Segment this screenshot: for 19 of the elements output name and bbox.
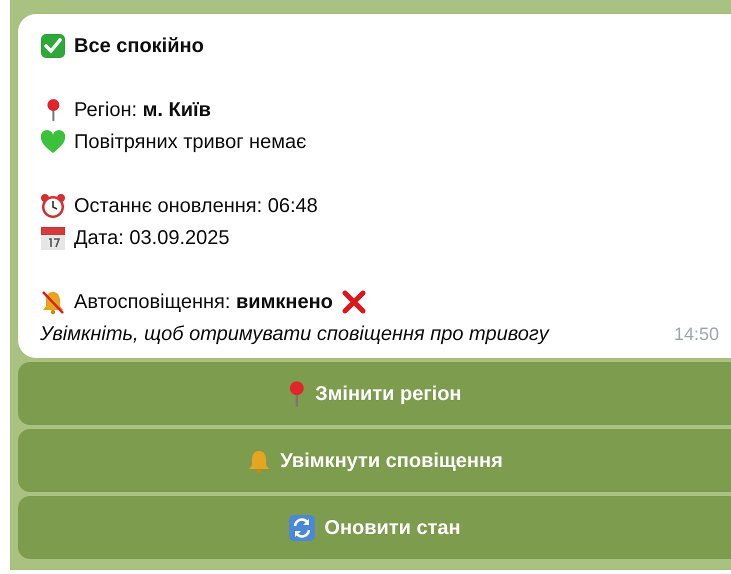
pin-icon	[44, 98, 62, 122]
info-text: Регіон: м. Київ	[74, 98, 211, 123]
keyboard-button[interactable]: Оновити стан	[18, 496, 731, 559]
alarm-clock-icon	[40, 193, 66, 219]
keyboard-button[interactable]: Змінити регіон	[18, 362, 731, 425]
info-text: Дата: 03.09.2025	[74, 226, 230, 251]
check-icon	[40, 33, 66, 59]
info-text: Автосповіщення: вимкнено	[74, 290, 333, 315]
message-title: Все спокійно	[74, 34, 204, 59]
info-text: Повітряних тривог немає	[74, 130, 306, 155]
cross-icon	[340, 289, 367, 315]
calendar-icon	[40, 225, 66, 251]
hint-text: Увімкніть, щоб отримувати сповіщення про тривогу	[40, 322, 549, 347]
message-time: 14:50	[674, 323, 719, 346]
info-text: Останнє оновлення: 06:48	[74, 194, 318, 219]
refresh-icon	[288, 514, 316, 542]
heart-icon	[40, 130, 66, 154]
keyboard-button[interactable]: Увімкнути сповіщення	[18, 429, 731, 492]
muted-bell-icon	[40, 289, 66, 315]
